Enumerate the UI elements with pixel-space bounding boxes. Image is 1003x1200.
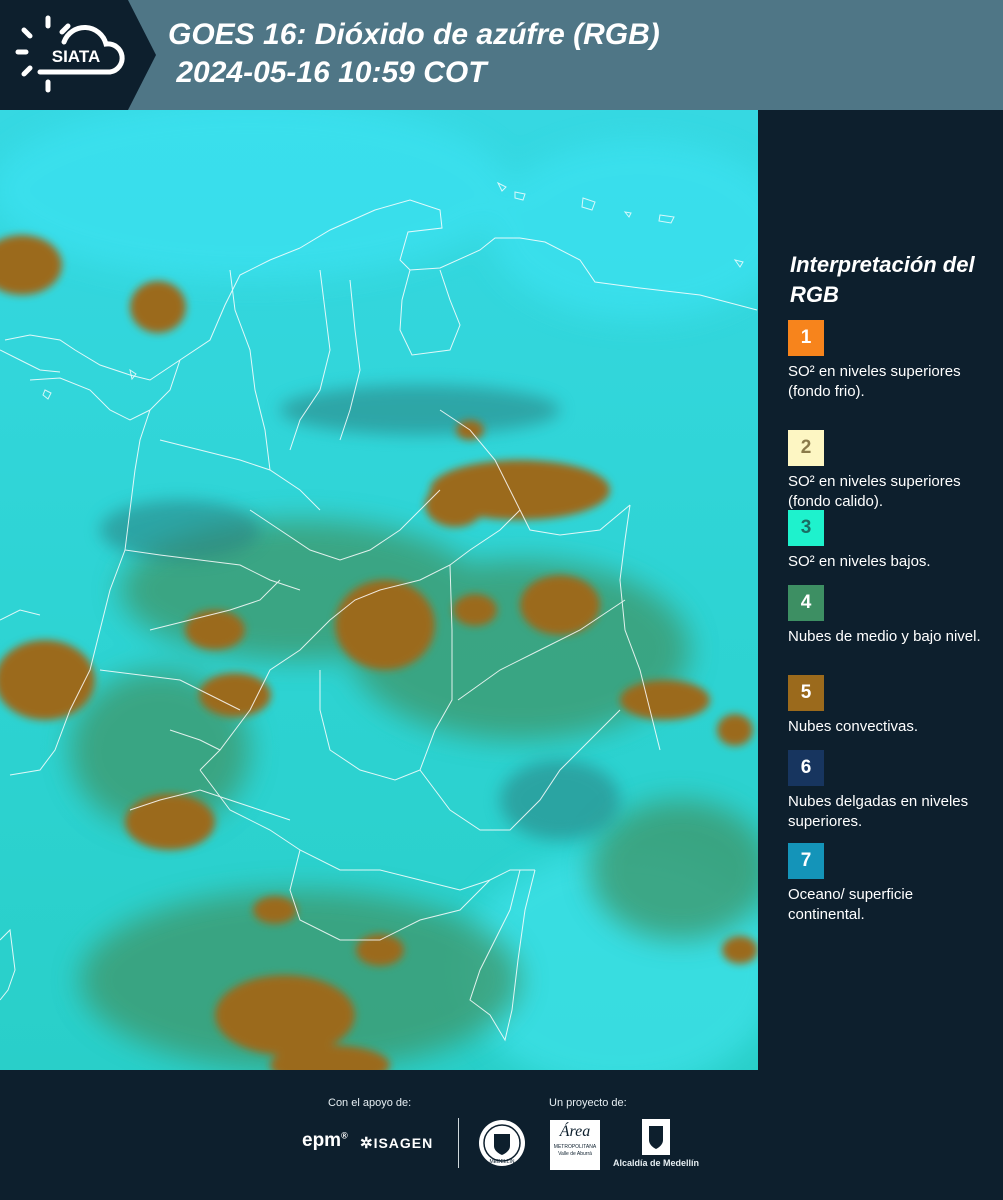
legend-label: Nubes de medio y bajo nivel. (788, 628, 981, 645)
project-label: Un proyecto de: (549, 1097, 627, 1109)
legend-swatch: 1 (788, 320, 824, 356)
isagen-logo-text: ISAGEN (373, 1135, 434, 1151)
legend-item-4: 4 Nubes de medio y bajo nivel. (788, 585, 993, 647)
legend-swatch: 4 (788, 585, 824, 621)
legend-panel: Interpretación del RGB 1 SO² en niveles s… (760, 110, 1003, 1070)
legend-swatch: 7 (788, 843, 824, 879)
legend-label: Nubes delgadas en niveles superiores. (788, 793, 969, 830)
logo-panel: SIATA (0, 0, 156, 110)
legend-item-2: 2 SO² en niveles superiores (fondo calido… (788, 430, 993, 512)
legend-swatch: 3 (788, 510, 824, 546)
satellite-map (0, 110, 758, 1070)
medellin-seal-icon: MEDELLÍN (479, 1120, 525, 1166)
legend-item-1: 1 SO² en niveles superiores (fondo frio). (788, 320, 993, 402)
legend-item-7: 7 Oceano/ superficie continental. (788, 843, 993, 925)
page-title: GOES 16: Dióxido de azúfre (RGB) 2024-05… (168, 16, 660, 92)
epm-logo: epm® (302, 1130, 348, 1151)
legend-item-3: 3 SO² en niveles bajos. (788, 510, 993, 572)
alcaldia-seal-icon (642, 1119, 670, 1155)
legend-item-5: 5 Nubes convectivas. (788, 675, 993, 737)
area-logo-title: Área (559, 1123, 591, 1140)
footer-divider (458, 1118, 459, 1168)
logo-text: SIATA (52, 47, 100, 66)
legend-swatch: 6 (788, 750, 824, 786)
area-logo-sub2: Valle de Aburrá (558, 1151, 592, 1157)
header-bar: SIATA GOES 16: Dióxido de azúfre (RGB) 2… (0, 0, 1003, 110)
legend-label: Oceano/ superficie continental. (788, 886, 914, 923)
legend-label: Nubes convectivas. (788, 718, 919, 735)
svg-text:MEDELLÍN: MEDELLÍN (489, 1158, 514, 1165)
title-line-1: GOES 16: Dióxido de azúfre (RGB) (168, 18, 660, 51)
epm-logo-text: epm (302, 1130, 342, 1151)
legend-title: Interpretación del RGB (790, 252, 975, 307)
legend-label: SO² en niveles bajos. (788, 553, 931, 570)
legend-label: SO² en niveles superiores (fondo frio). (788, 363, 961, 400)
footer-bar: Con el apoyo de: Un proyecto de: epm® ✲I… (0, 1070, 1003, 1200)
alcaldia-label: Alcaldía de Medellín (613, 1158, 700, 1168)
area-metropolitana-logo: Área METROPOLITANA Valle de Aburrá (550, 1120, 600, 1170)
title-line-2: 2024-05-16 10:59 COT (168, 56, 487, 89)
legend-swatch: 5 (788, 675, 824, 711)
support-label: Con el apoyo de: (328, 1097, 412, 1109)
isagen-icon: ✲ (360, 1135, 374, 1152)
legend-label: SO² en niveles superiores (fondo calido)… (788, 473, 961, 510)
area-logo-sub: METROPOLITANA (553, 1144, 597, 1150)
legend-item-6: 6 Nubes delgadas en niveles superiores. (788, 750, 993, 832)
legend-swatch: 2 (788, 430, 824, 466)
isagen-logo: ✲ISAGEN (360, 1134, 433, 1152)
